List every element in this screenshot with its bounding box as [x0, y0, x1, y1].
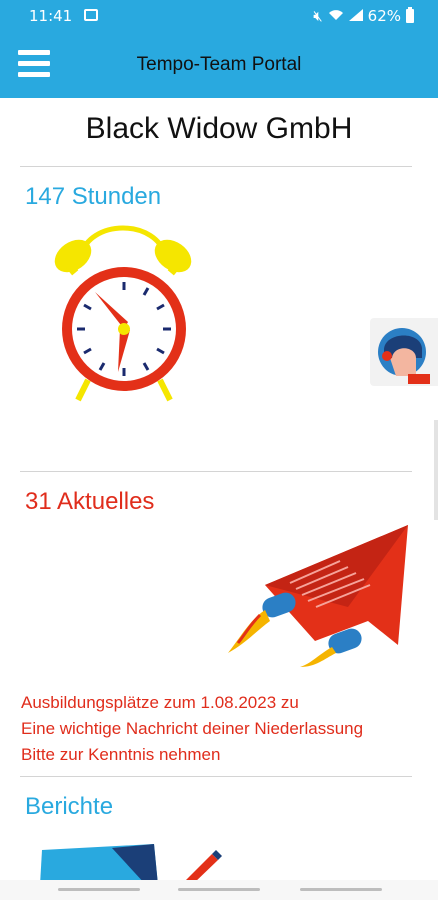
status-icons: 🔇︎ 62%: [313, 7, 414, 25]
news-item[interactable]: Bitte zur Kenntnis nehmen: [21, 742, 363, 768]
wifi-icon: [328, 7, 344, 25]
alarm-clock-icon[interactable]: [48, 212, 198, 407]
paper-plane-icon[interactable]: [220, 525, 415, 670]
news-title[interactable]: 31 Aktuelles: [25, 488, 154, 516]
nav-home-pill[interactable]: [178, 888, 260, 891]
support-agent-icon: [378, 328, 430, 384]
divider: [20, 166, 412, 167]
hours-title[interactable]: 147 Stunden: [25, 183, 161, 211]
divider: [20, 471, 412, 472]
news-list: Ausbildungsplätze zum 1.08.2023 zu Eine …: [21, 690, 363, 768]
support-avatar[interactable]: [370, 318, 438, 386]
status-bar: 11:41 🔇︎ 62%: [0, 0, 438, 34]
app-title: Tempo-Team Portal: [136, 54, 302, 75]
app-bar: Tempo-Team Portal: [0, 34, 438, 98]
nav-recent-pill[interactable]: [300, 888, 382, 891]
reports-title[interactable]: Berichte: [25, 793, 113, 821]
system-nav-bar: [0, 880, 438, 900]
status-time: 11:41: [29, 7, 73, 25]
divider: [20, 776, 412, 777]
nav-back-pill[interactable]: [58, 888, 140, 891]
signal-icon: [348, 7, 363, 25]
mute-icon: 🔇︎: [313, 7, 323, 25]
report-icon[interactable]: [36, 840, 236, 885]
company-name: Black Widow GmbH: [85, 112, 353, 145]
image-icon: [84, 9, 98, 21]
scroll-edge: [434, 420, 438, 520]
battery-icon: [406, 7, 414, 23]
news-item[interactable]: Ausbildungsplätze zum 1.08.2023 zu: [21, 690, 363, 716]
battery-percent: 62%: [367, 7, 401, 25]
news-item[interactable]: Eine wichtige Nachricht deiner Niederlas…: [21, 716, 363, 742]
